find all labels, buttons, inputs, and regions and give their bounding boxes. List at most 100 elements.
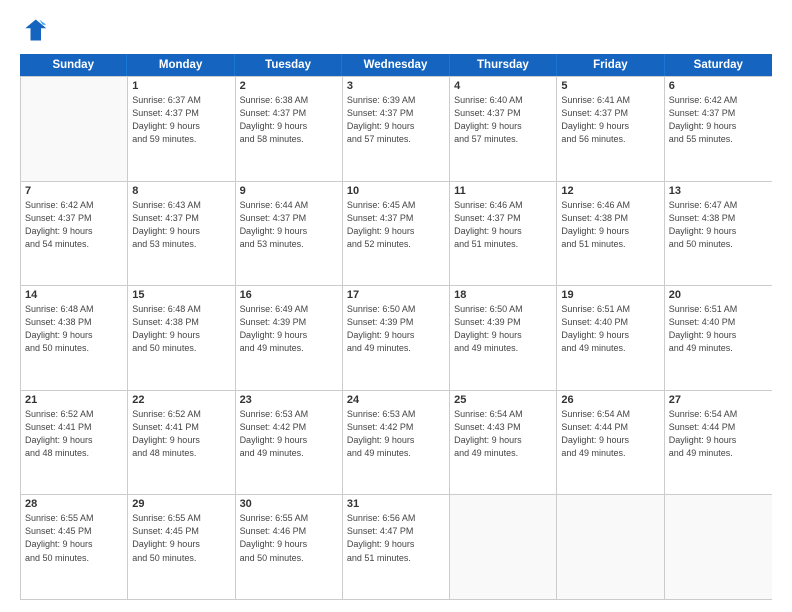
header-day-friday: Friday: [557, 54, 664, 76]
day-number: 10: [347, 185, 445, 197]
cal-cell: 17 Sunrise: 6:50 AM Sunset: 4:39 PM Dayli…: [343, 286, 450, 390]
cal-cell: [450, 495, 557, 599]
cal-cell: 8 Sunrise: 6:43 AM Sunset: 4:37 PM Daylig…: [128, 182, 235, 286]
day-number: 12: [561, 185, 659, 197]
day-info: Sunrise: 6:53 AM Sunset: 4:42 PM Dayligh…: [240, 408, 338, 460]
cal-cell: 16 Sunrise: 6:49 AM Sunset: 4:39 PM Dayli…: [236, 286, 343, 390]
day-info: Sunrise: 6:42 AM Sunset: 4:37 PM Dayligh…: [25, 199, 123, 251]
cal-cell: 2 Sunrise: 6:38 AM Sunset: 4:37 PM Daylig…: [236, 77, 343, 181]
day-info: Sunrise: 6:43 AM Sunset: 4:37 PM Dayligh…: [132, 199, 230, 251]
day-info: Sunrise: 6:40 AM Sunset: 4:37 PM Dayligh…: [454, 94, 552, 146]
day-info: Sunrise: 6:45 AM Sunset: 4:37 PM Dayligh…: [347, 199, 445, 251]
cal-cell: 23Sunrise: 6:53 AM Sunset: 4:42 PM Dayli…: [236, 391, 343, 495]
day-number: 2: [240, 80, 338, 92]
cal-cell: 27 Sunrise: 6:54 AM Sunset: 4:44 PM Dayli…: [665, 391, 772, 495]
day-info: Sunrise: 6:42 AM Sunset: 4:37 PM Dayligh…: [669, 94, 768, 146]
cal-cell: 19 Sunrise: 6:51 AM Sunset: 4:40 PM Dayli…: [557, 286, 664, 390]
day-info: Sunrise: 6:49 AM Sunset: 4:39 PM Dayligh…: [240, 303, 338, 355]
cal-cell: 4 Sunrise: 6:40 AM Sunset: 4:37 PM Daylig…: [450, 77, 557, 181]
day-number: 16: [240, 289, 338, 301]
header-day-tuesday: Tuesday: [235, 54, 342, 76]
day-number: 31: [347, 498, 445, 510]
cal-cell: 5 Sunrise: 6:41 AM Sunset: 4:37 PM Daylig…: [557, 77, 664, 181]
day-info: Sunrise: 6:50 AM Sunset: 4:39 PM Dayligh…: [454, 303, 552, 355]
day-number: 8: [132, 185, 230, 197]
day-info: Sunrise: 6:55 AM Sunset: 4:45 PM Dayligh…: [25, 512, 123, 564]
cal-cell: 9Sunrise: 6:44 AM Sunset: 4:37 PM Daylig…: [236, 182, 343, 286]
cal-cell: 29 Sunrise: 6:55 AM Sunset: 4:45 PM Dayli…: [128, 495, 235, 599]
day-info: Sunrise: 6:54 AM Sunset: 4:44 PM Dayligh…: [669, 408, 768, 460]
cal-cell: 30 Sunrise: 6:55 AM Sunset: 4:46 PM Dayli…: [236, 495, 343, 599]
day-number: 13: [669, 185, 768, 197]
day-info: Sunrise: 6:56 AM Sunset: 4:47 PM Dayligh…: [347, 512, 445, 564]
day-info: Sunrise: 6:38 AM Sunset: 4:37 PM Dayligh…: [240, 94, 338, 146]
cal-cell: 1 Sunrise: 6:37 AM Sunset: 4:37 PM Daylig…: [128, 77, 235, 181]
calendar-header: SundayMondayTuesdayWednesdayThursdayFrid…: [20, 54, 772, 76]
day-info: Sunrise: 6:52 AM Sunset: 4:41 PM Dayligh…: [132, 408, 230, 460]
header: [20, 16, 772, 44]
day-info: Sunrise: 6:51 AM Sunset: 4:40 PM Dayligh…: [561, 303, 659, 355]
logo-icon: [20, 16, 48, 44]
cal-cell: 28 Sunrise: 6:55 AM Sunset: 4:45 PM Dayli…: [21, 495, 128, 599]
day-number: 21: [25, 394, 123, 406]
day-info: Sunrise: 6:46 AM Sunset: 4:37 PM Dayligh…: [454, 199, 552, 251]
logo: [20, 16, 52, 44]
day-info: Sunrise: 6:53 AM Sunset: 4:42 PM Dayligh…: [347, 408, 445, 460]
day-number: 22: [132, 394, 230, 406]
day-number: 27: [669, 394, 768, 406]
day-number: 25: [454, 394, 552, 406]
cal-cell: 24 Sunrise: 6:53 AM Sunset: 4:42 PM Dayli…: [343, 391, 450, 495]
cal-cell: 14 Sunrise: 6:48 AM Sunset: 4:38 PM Dayli…: [21, 286, 128, 390]
week-row-1: 7 Sunrise: 6:42 AM Sunset: 4:37 PM Daylig…: [21, 182, 772, 287]
cal-cell: 15Sunrise: 6:48 AM Sunset: 4:38 PM Dayli…: [128, 286, 235, 390]
header-day-wednesday: Wednesday: [342, 54, 449, 76]
day-number: 11: [454, 185, 552, 197]
week-row-0: 1 Sunrise: 6:37 AM Sunset: 4:37 PM Daylig…: [21, 77, 772, 182]
cal-cell: 22 Sunrise: 6:52 AM Sunset: 4:41 PM Dayli…: [128, 391, 235, 495]
cal-cell: [21, 77, 128, 181]
day-info: Sunrise: 6:41 AM Sunset: 4:37 PM Dayligh…: [561, 94, 659, 146]
day-info: Sunrise: 6:39 AM Sunset: 4:37 PM Dayligh…: [347, 94, 445, 146]
header-day-monday: Monday: [127, 54, 234, 76]
day-number: 6: [669, 80, 768, 92]
cal-cell: 20 Sunrise: 6:51 AM Sunset: 4:40 PM Dayli…: [665, 286, 772, 390]
day-info: Sunrise: 6:51 AM Sunset: 4:40 PM Dayligh…: [669, 303, 768, 355]
day-info: Sunrise: 6:54 AM Sunset: 4:44 PM Dayligh…: [561, 408, 659, 460]
cal-cell: 12 Sunrise: 6:46 AM Sunset: 4:38 PM Dayli…: [557, 182, 664, 286]
calendar: SundayMondayTuesdayWednesdayThursdayFrid…: [20, 54, 772, 600]
day-number: 26: [561, 394, 659, 406]
day-info: Sunrise: 6:48 AM Sunset: 4:38 PM Dayligh…: [25, 303, 123, 355]
day-number: 29: [132, 498, 230, 510]
day-number: 24: [347, 394, 445, 406]
cal-cell: 6 Sunrise: 6:42 AM Sunset: 4:37 PM Daylig…: [665, 77, 772, 181]
cal-cell: 31 Sunrise: 6:56 AM Sunset: 4:47 PM Dayli…: [343, 495, 450, 599]
day-number: 9: [240, 185, 338, 197]
day-number: 5: [561, 80, 659, 92]
day-info: Sunrise: 6:48 AM Sunset: 4:38 PM Dayligh…: [132, 303, 230, 355]
day-info: Sunrise: 6:47 AM Sunset: 4:38 PM Dayligh…: [669, 199, 768, 251]
day-number: 1: [132, 80, 230, 92]
cal-cell: 25Sunrise: 6:54 AM Sunset: 4:43 PM Dayli…: [450, 391, 557, 495]
week-row-4: 28 Sunrise: 6:55 AM Sunset: 4:45 PM Dayli…: [21, 495, 772, 600]
header-day-saturday: Saturday: [665, 54, 772, 76]
day-info: Sunrise: 6:55 AM Sunset: 4:45 PM Dayligh…: [132, 512, 230, 564]
page: SundayMondayTuesdayWednesdayThursdayFrid…: [0, 0, 792, 612]
week-row-3: 21 Sunrise: 6:52 AM Sunset: 4:41 PM Dayli…: [21, 391, 772, 496]
day-number: 7: [25, 185, 123, 197]
cal-cell: 7 Sunrise: 6:42 AM Sunset: 4:37 PM Daylig…: [21, 182, 128, 286]
cal-cell: 13 Sunrise: 6:47 AM Sunset: 4:38 PM Dayli…: [665, 182, 772, 286]
day-number: 4: [454, 80, 552, 92]
day-number: 28: [25, 498, 123, 510]
day-number: 17: [347, 289, 445, 301]
day-info: Sunrise: 6:37 AM Sunset: 4:37 PM Dayligh…: [132, 94, 230, 146]
day-number: 19: [561, 289, 659, 301]
day-number: 14: [25, 289, 123, 301]
day-info: Sunrise: 6:55 AM Sunset: 4:46 PM Dayligh…: [240, 512, 338, 564]
day-number: 20: [669, 289, 768, 301]
day-number: 3: [347, 80, 445, 92]
header-day-sunday: Sunday: [20, 54, 127, 76]
cal-cell: 10 Sunrise: 6:45 AM Sunset: 4:37 PM Dayli…: [343, 182, 450, 286]
day-number: 30: [240, 498, 338, 510]
day-info: Sunrise: 6:50 AM Sunset: 4:39 PM Dayligh…: [347, 303, 445, 355]
day-info: Sunrise: 6:46 AM Sunset: 4:38 PM Dayligh…: [561, 199, 659, 251]
